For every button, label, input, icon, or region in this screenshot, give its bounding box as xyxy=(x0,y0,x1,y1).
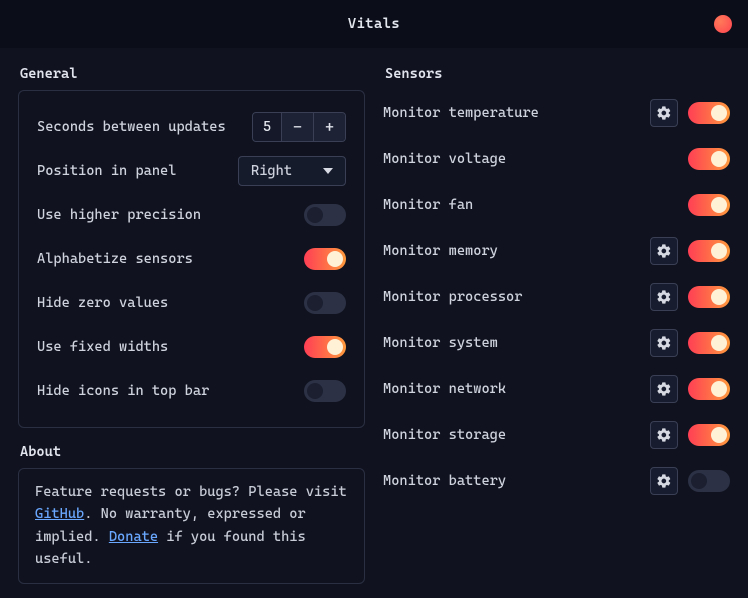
gear-icon xyxy=(656,289,672,305)
gear-icon xyxy=(656,243,672,259)
general-heading: General xyxy=(20,66,365,82)
sensor-label: Monitor system xyxy=(383,335,498,351)
hideicons-toggle[interactable] xyxy=(304,380,346,402)
hideicons-label: Hide icons in top bar xyxy=(37,383,209,399)
donate-link[interactable]: Donate xyxy=(109,529,158,545)
sensor-label: Monitor network xyxy=(383,381,506,397)
precision-toggle[interactable] xyxy=(304,204,346,226)
sensor-label: Monitor storage xyxy=(383,427,506,443)
gear-icon xyxy=(656,427,672,443)
window-title: Vitals xyxy=(348,16,400,32)
sensor-row: Monitor fan xyxy=(383,182,730,228)
precision-label: Use higher precision xyxy=(37,207,201,223)
sensors-heading: Sensors xyxy=(385,66,730,82)
seconds-increment[interactable]: + xyxy=(313,113,345,141)
chevron-down-icon xyxy=(323,168,333,174)
sensor-label: Monitor fan xyxy=(383,197,473,213)
sensor-toggle[interactable] xyxy=(688,148,730,170)
position-in-panel-select[interactable]: Right xyxy=(238,156,346,186)
position-in-panel-value: Right xyxy=(251,163,292,179)
sensor-toggle[interactable] xyxy=(688,194,730,216)
sensor-settings-button[interactable] xyxy=(650,99,678,127)
position-in-panel-label: Position in panel xyxy=(37,163,176,179)
gear-icon xyxy=(656,381,672,397)
sensor-row: Monitor memory xyxy=(383,228,730,274)
sensor-row: Monitor system xyxy=(383,320,730,366)
hidezero-label: Hide zero values xyxy=(37,295,168,311)
sensor-toggle[interactable] xyxy=(688,286,730,308)
seconds-decrement[interactable]: − xyxy=(281,113,313,141)
about-panel: Feature requests or bugs? Please visit G… xyxy=(18,468,365,584)
sensor-toggle[interactable] xyxy=(688,378,730,400)
general-panel: Seconds between updates − + Position in … xyxy=(18,90,365,428)
fixedwidth-toggle[interactable] xyxy=(304,336,346,358)
sensor-row: Monitor network xyxy=(383,366,730,412)
general-row-precision: Use higher precision xyxy=(37,193,346,237)
github-link[interactable]: GitHub xyxy=(35,506,84,522)
seconds-between-updates-label: Seconds between updates xyxy=(37,119,226,135)
sensor-label: Monitor memory xyxy=(383,243,498,259)
sensor-settings-button[interactable] xyxy=(650,467,678,495)
sensor-label: Monitor temperature xyxy=(383,105,539,121)
sensor-settings-button[interactable] xyxy=(650,421,678,449)
general-row-hidezero: Hide zero values xyxy=(37,281,346,325)
sensor-toggle[interactable] xyxy=(688,240,730,262)
seconds-between-updates-spin[interactable]: − + xyxy=(252,112,346,142)
sensor-row: Monitor temperature xyxy=(383,90,730,136)
gear-icon xyxy=(656,335,672,351)
sensor-label: Monitor battery xyxy=(383,473,506,489)
alphabetize-label: Alphabetize sensors xyxy=(37,251,193,267)
general-row-fixedwidth: Use fixed widths xyxy=(37,325,346,369)
sensor-row: Monitor storage xyxy=(383,412,730,458)
sensor-toggle[interactable] xyxy=(688,332,730,354)
sensor-row: Monitor processor xyxy=(383,274,730,320)
sensor-settings-button[interactable] xyxy=(650,329,678,357)
alphabetize-toggle[interactable] xyxy=(304,248,346,270)
seconds-input[interactable] xyxy=(253,113,281,141)
titlebar: Vitals xyxy=(0,0,748,48)
close-button[interactable] xyxy=(714,15,732,33)
sensor-settings-button[interactable] xyxy=(650,375,678,403)
sensor-toggle[interactable] xyxy=(688,470,730,492)
about-heading: About xyxy=(20,444,365,460)
sensor-settings-button[interactable] xyxy=(650,283,678,311)
general-row-hideicons: Hide icons in top bar xyxy=(37,369,346,413)
hidezero-toggle[interactable] xyxy=(304,292,346,314)
sensor-toggle[interactable] xyxy=(688,424,730,446)
sensor-row: Monitor battery xyxy=(383,458,730,504)
sensor-row: Monitor voltage xyxy=(383,136,730,182)
fixedwidth-label: Use fixed widths xyxy=(37,339,168,355)
general-row-alphabetize: Alphabetize sensors xyxy=(37,237,346,281)
gear-icon xyxy=(656,105,672,121)
sensor-toggle[interactable] xyxy=(688,102,730,124)
gear-icon xyxy=(656,473,672,489)
sensor-label: Monitor processor xyxy=(383,289,522,305)
about-text-1: Feature requests or bugs? Please visit xyxy=(35,484,347,500)
sensor-label: Monitor voltage xyxy=(383,151,506,167)
sensor-settings-button[interactable] xyxy=(650,237,678,265)
